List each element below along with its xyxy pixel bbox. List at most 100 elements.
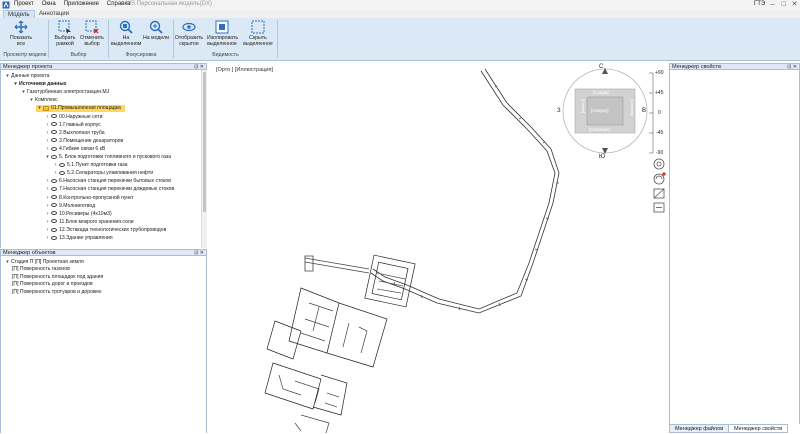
viewcube-front[interactable]: [Спереди] [589,127,610,132]
expand-toggle-icon[interactable]: › [52,162,59,169]
maximize-button[interactable]: □ [778,0,789,10]
tree-item[interactable]: [П] Поверхность тротуаров и дорожек [12,289,101,296]
tree-item[interactable]: [П] Поверхность дорог и проездов [12,281,93,288]
model-viewport[interactable]: С Ю З В [Сзади] [Сверху] [Спереди] [Слев… [209,63,668,433]
menu-application[interactable]: Приложение [64,1,99,7]
menu-project[interactable]: Проект [14,1,34,7]
tab-model[interactable]: Модель [3,10,35,18]
tree-item[interactable]: › 00.Наружные сети [44,114,103,121]
visibility-eye-icon[interactable] [51,154,57,159]
visibility-eye-icon[interactable] [51,227,57,232]
tree-item[interactable]: › 2.Выхлопная труба [44,130,105,137]
visibility-eye-icon[interactable] [59,170,65,175]
tree-item[interactable]: › 9.Молниеотвод [44,203,95,210]
expand-toggle-icon[interactable]: › [44,186,51,193]
compass-west[interactable]: З [557,108,561,114]
expand-toggle-icon[interactable]: › [44,122,51,129]
expand-toggle-icon[interactable]: › [44,114,51,121]
close-button[interactable]: ✕ [789,0,800,10]
expand-toggle-icon[interactable]: ▾ [20,89,27,96]
compass-north[interactable]: С [599,64,603,70]
isolate-button[interactable]: Изолировать выделенное [207,20,238,47]
tree-item[interactable]: › 3.Помещение деаэраторов [44,138,124,145]
tree-item[interactable]: ▾ Газотурбинная электростанция.MJ [20,89,109,96]
expand-toggle-icon[interactable]: ▾ [28,97,35,104]
visibility-eye-icon[interactable] [51,130,57,135]
expand-toggle-icon[interactable]: › [44,195,51,202]
visibility-eye-icon[interactable] [51,146,57,151]
window-title: MS Персональная модель(DX) [126,1,212,7]
tree-item-label: 4.Гибкие связи 6 кВ [59,145,106,152]
tree-item[interactable]: [П] Поверхность газонов [12,266,70,273]
tree-item[interactable]: › 12.Эстакада технологических трубопровод… [44,227,167,234]
expand-toggle-icon[interactable]: › [44,138,51,145]
tree-item[interactable]: › 4.Гибкие связи 6 кВ [44,145,106,153]
expand-toggle-icon[interactable]: ▾ [44,154,51,161]
visibility-eye-icon[interactable] [51,122,57,127]
properties-manager-body [669,70,800,424]
expand-toggle-icon[interactable]: › [44,203,51,210]
zoom-model-button[interactable]: На модели [141,20,171,42]
hide-selected-icon [251,20,265,34]
visibility-eye-icon[interactable] [51,211,57,216]
tree-item[interactable]: ▾ Данные проекта [4,73,49,80]
compass-east[interactable]: В [642,108,646,114]
expand-toggle-icon[interactable]: › [44,235,51,242]
visibility-eye-icon[interactable] [51,114,57,119]
visibility-eye-icon[interactable] [51,219,57,224]
tree-item-label: Источники данных [19,81,67,88]
tab-properties-manager[interactable]: Менеджер свойств [728,424,789,433]
visibility-eye-icon[interactable] [51,195,57,200]
tree-item[interactable]: ▾ Комплекс [28,97,57,104]
tree-item[interactable]: ▾ Стадия П [П] Проектная земля [4,259,83,266]
tree-item[interactable]: ▾ 01.Промышленная площадка [36,105,125,113]
visibility-eye-icon[interactable] [51,138,57,143]
tree-item[interactable]: › 13.Здание управления [44,235,113,242]
deselect-button[interactable]: Отменить выбор [77,20,107,47]
tree-item[interactable]: › 5.2.Сепараторы улавливания нефти [52,170,153,177]
user-label[interactable]: ГТЭ [754,1,765,7]
tree-item[interactable]: › 6.Насосная станция перекачки бытовых ст… [44,178,171,185]
tab-file-manager[interactable]: Менеджер файлов [669,424,730,433]
tree-item[interactable]: [П] Поверхность площадок под здания [12,274,103,281]
expand-toggle-icon[interactable]: › [44,227,51,234]
expand-toggle-icon[interactable]: › [44,130,51,137]
tree-item[interactable]: › 7.Насосная станция перекачки дождевых с… [44,186,175,193]
expand-toggle-icon[interactable]: ▾ [4,259,11,266]
tree-item[interactable]: › 11.Блок мокрого хранения соли [44,219,134,226]
viewcube-top[interactable]: [Сверху] [591,108,609,113]
visibility-eye-icon[interactable] [51,235,57,240]
expand-toggle-icon[interactable]: › [44,146,51,153]
visibility-eye-icon[interactable] [51,178,57,183]
expand-toggle-icon[interactable]: › [44,219,51,226]
visibility-eye-icon[interactable] [51,187,57,192]
viewcube-right[interactable]: [Справа] [625,99,635,115]
show-all-button[interactable]: Показать все [6,20,36,47]
tree-item[interactable]: › 8.Контрольно-пропускной пункт [44,195,134,202]
expand-toggle-icon[interactable]: ▾ [12,81,19,88]
expand-toggle-icon[interactable]: › [44,178,51,185]
select-frame-button[interactable]: Выбрать рамкой [50,20,80,47]
expand-toggle-icon[interactable]: ▾ [4,73,11,80]
hide-selected-button[interactable]: Скрыть выделенное [243,20,273,47]
menu-windows[interactable]: Окна [42,1,56,7]
view-mode-label[interactable]: [Орто ] [Иллюстрация] [216,67,273,73]
visibility-eye-icon[interactable] [59,162,65,167]
expand-toggle-icon[interactable]: › [52,170,59,177]
viewcube-back[interactable]: [Сзади] [593,90,608,95]
tree-item[interactable]: › 10.Ресиверы (4х10м3) [44,211,112,218]
tree-item[interactable]: ▾ 5. Блок подготовки топливного и пусково… [44,154,171,161]
tab-annotations[interactable]: Аннотации [35,10,73,18]
tree-item[interactable]: › 1.Главный корпус [44,122,101,129]
expand-toggle-icon[interactable]: ▾ [36,105,43,112]
zoom-selected-button[interactable]: На выделенном [111,20,141,47]
visibility-eye-icon[interactable] [51,203,57,208]
show-hidden-button[interactable]: Отобразить скрытое [174,20,204,47]
compass-south[interactable]: Ю [599,154,605,160]
project-tree-scrollbar[interactable] [201,70,207,248]
minimize-button[interactable]: – [767,0,778,10]
expand-toggle-icon[interactable]: › [44,211,51,218]
tree-item[interactable]: › 5.1.Пункт подготовки газа [52,162,128,169]
tree-item[interactable]: ▾ Источники данных [12,81,67,88]
viewcube-left[interactable]: [Слева] [576,99,586,113]
